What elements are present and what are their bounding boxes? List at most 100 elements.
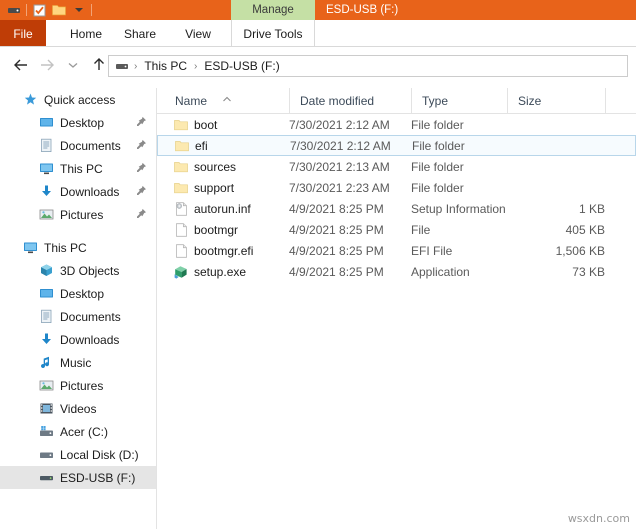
folder-icon [173, 156, 189, 177]
column-header-size[interactable]: Size [507, 88, 605, 114]
sidebar-item-music[interactable]: Music [0, 351, 156, 374]
sidebar-item-label: Pictures [60, 378, 104, 393]
tab-home[interactable]: Home [60, 20, 112, 47]
sidebar-item-label: Downloads [60, 184, 120, 199]
file-name: setup.exe [194, 264, 247, 279]
sort-ascending-icon [222, 91, 232, 105]
sidebar-item-label: ESD-USB (F:) [60, 470, 136, 485]
table-row[interactable]: boot 7/30/2021 2:12 AM File folder [157, 114, 636, 135]
drive-icon [38, 447, 54, 463]
drive-icon [115, 59, 129, 73]
cube-icon [38, 263, 54, 279]
file-size: 1 KB [578, 201, 605, 216]
sidebar-item-desktop[interactable]: Desktop [0, 282, 156, 305]
sidebar-item-label: Videos [60, 401, 97, 416]
sidebar-item-3d-objects[interactable]: 3D Objects [0, 259, 156, 282]
arrow-left-icon[interactable] [8, 52, 34, 78]
folder-icon [173, 114, 189, 135]
sidebar-item-label: Documents [60, 309, 121, 324]
sidebar-item-documents-qa[interactable]: Documents [0, 134, 156, 157]
file-date: 4/9/2021 8:25 PM [289, 243, 384, 258]
file-name: bootmgr [194, 222, 239, 237]
chevron-down-icon[interactable] [60, 52, 86, 78]
column-header-row: Name Date modified Type Size [157, 88, 636, 114]
file-size: 73 KB [572, 264, 605, 279]
pin-icon[interactable] [136, 116, 147, 130]
column-header-name[interactable]: Name [157, 88, 289, 114]
sidebar-item-acer-c[interactable]: Acer (C:) [0, 420, 156, 443]
navigation-pane: Quick access Desktop Documents This PC D… [0, 88, 157, 529]
table-row[interactable]: sources 7/30/2021 2:13 AM File folder [157, 156, 636, 177]
sidebar-item-label: Acer (C:) [60, 424, 108, 439]
sidebar-item-label: Documents [60, 138, 121, 153]
file-date: 7/30/2021 2:23 AM [289, 180, 390, 195]
sidebar-group-quick-access[interactable]: Quick access [0, 88, 156, 111]
new-folder-icon[interactable] [49, 1, 69, 19]
breadcrumb-this-pc[interactable]: This PC [142, 56, 189, 76]
file-type: Setup Information [411, 201, 506, 216]
customize-chevron-icon[interactable] [69, 1, 89, 19]
video-icon [38, 401, 54, 417]
address-bar[interactable]: › This PC › ESD-USB (F:) [108, 55, 628, 77]
file-size [508, 136, 606, 155]
properties-checkbox-icon[interactable] [29, 1, 49, 19]
application-icon [173, 261, 189, 282]
column-header-type[interactable]: Type [411, 88, 507, 114]
breadcrumb-esd-usb[interactable]: ESD-USB (F:) [202, 56, 281, 76]
pictures-icon [38, 207, 54, 223]
pin-icon[interactable] [136, 185, 147, 199]
watermark: wsxdn.com [567, 512, 630, 525]
file-name: sources [194, 159, 237, 174]
drive-icon[interactable] [4, 1, 24, 19]
table-row[interactable]: support 7/30/2021 2:23 AM File folder [157, 177, 636, 198]
arrow-right-icon [34, 52, 60, 78]
file-name: boot [194, 117, 218, 132]
tab-view[interactable]: View [174, 20, 222, 47]
file-date: 4/9/2021 8:25 PM [289, 222, 384, 237]
file-list-pane: Name Date modified Type Size boot 7/30/2… [157, 88, 636, 529]
setup-info-icon [173, 198, 189, 219]
file-name: autorun.inf [194, 201, 251, 216]
sidebar-item-desktop-qa[interactable]: Desktop [0, 111, 156, 134]
sidebar-item-pictures[interactable]: Pictures [0, 374, 156, 397]
window-title: ESD-USB (F:) [326, 4, 399, 16]
sidebar-item-local-disk-d[interactable]: Local Disk (D:) [0, 443, 156, 466]
column-header-date-modified[interactable]: Date modified [289, 88, 411, 114]
sidebar-item-documents[interactable]: Documents [0, 305, 156, 328]
sidebar-item-downloads-qa[interactable]: Downloads [0, 180, 156, 203]
sidebar-group-this-pc[interactable]: This PC [0, 236, 156, 259]
file-date: 7/30/2021 2:13 AM [289, 159, 390, 174]
pin-icon[interactable] [136, 162, 147, 176]
file-type: File folder [411, 117, 464, 132]
file-name: support [194, 180, 235, 195]
tab-file[interactable]: File [0, 20, 46, 47]
pictures-icon [38, 378, 54, 394]
windows-drive-icon [38, 424, 54, 440]
sidebar-item-downloads[interactable]: Downloads [0, 328, 156, 351]
file-type: File [411, 222, 431, 237]
sidebar-item-esd-usb-f[interactable]: ESD-USB (F:) [0, 466, 156, 489]
file-size: 405 KB [565, 222, 605, 237]
table-row[interactable]: autorun.inf 4/9/2021 8:25 PM Setup Infor… [157, 198, 636, 219]
file-date: 7/30/2021 2:12 AM [290, 138, 391, 153]
column-header-filler [605, 88, 636, 114]
file-rows: boot 7/30/2021 2:12 AM File folder efi 7… [157, 114, 636, 282]
table-row[interactable]: bootmgr 4/9/2021 8:25 PM File 405 KB [157, 219, 636, 240]
table-row[interactable]: efi 7/30/2021 2:12 AM File folder [157, 135, 636, 156]
file-date: 4/9/2021 8:25 PM [289, 201, 384, 216]
sidebar-item-label: This PC [60, 161, 103, 176]
table-row[interactable]: setup.exe 4/9/2021 8:25 PM Application 7… [157, 261, 636, 282]
column-header-label: Name [175, 94, 208, 108]
table-row[interactable]: bootmgr.efi 4/9/2021 8:25 PM EFI File 1,… [157, 240, 636, 261]
sidebar-item-videos[interactable]: Videos [0, 397, 156, 420]
file-name: bootmgr.efi [194, 243, 254, 258]
quick-access-toolbar [0, 0, 94, 20]
sidebar-group-label: This PC [44, 240, 87, 255]
tab-drive-tools[interactable]: Drive Tools [231, 20, 315, 47]
tab-share[interactable]: Share [114, 20, 166, 47]
file-size [507, 177, 605, 198]
sidebar-item-this-pc-qa[interactable]: This PC [0, 157, 156, 180]
pin-icon[interactable] [136, 208, 147, 222]
pin-icon[interactable] [136, 139, 147, 153]
sidebar-item-pictures-qa[interactable]: Pictures [0, 203, 156, 226]
